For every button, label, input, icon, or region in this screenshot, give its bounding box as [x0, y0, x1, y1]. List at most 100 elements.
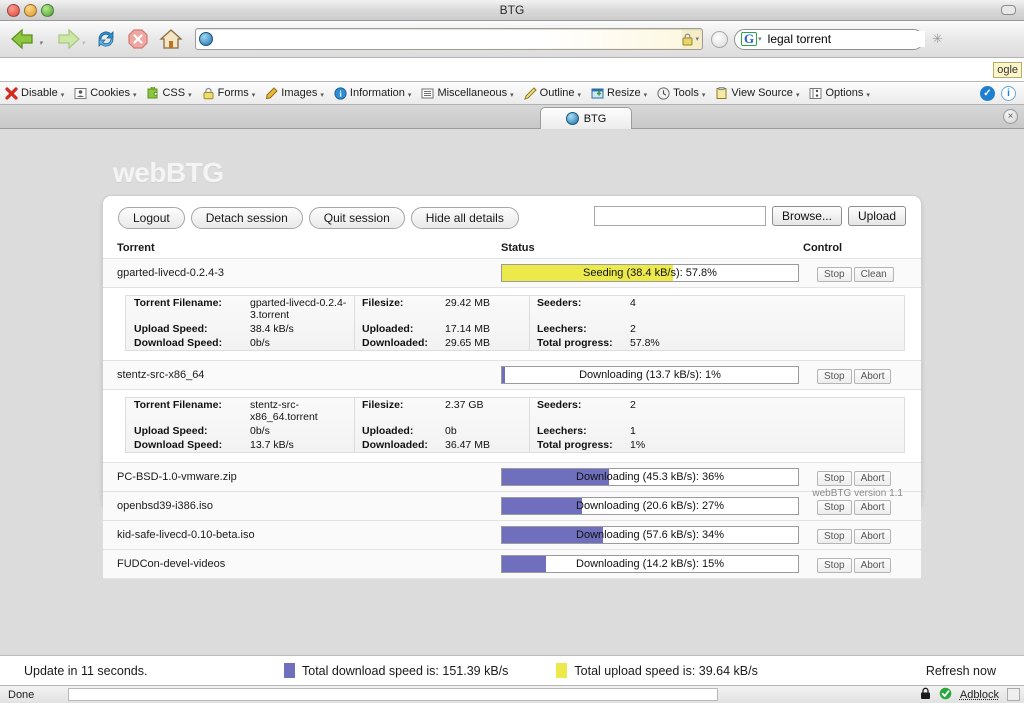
abort-button[interactable]: Abort — [854, 529, 892, 544]
adblock-status[interactable]: Adblock — [960, 689, 999, 701]
abort-button[interactable]: Abort — [854, 500, 892, 515]
devbar-item-css[interactable]: CSS ▾ — [141, 82, 196, 104]
stop-icon[interactable] — [127, 28, 149, 50]
detail-leechers-value: 1 — [626, 424, 904, 438]
devbar-item-tools[interactable]: Tools ▾ — [652, 82, 710, 104]
address-dropdown-caret[interactable]: ▾ — [696, 35, 700, 43]
back-arrow-icon[interactable]: ▾ — [10, 28, 43, 50]
detail-row: Torrent Filename:gparted-livecd-0.2.4-3.… — [126, 296, 904, 322]
chevron-down-icon[interactable]: ▾ — [702, 91, 706, 99]
stop-button[interactable]: Stop — [817, 369, 852, 384]
search-engine-caret[interactable]: ▾ — [758, 35, 762, 43]
devbar-item-cookies[interactable]: Cookies ▾ — [69, 82, 141, 104]
table-row: openbsd39-i386.isoDownloading (20.6 kB/s… — [103, 492, 921, 521]
chevron-down-icon[interactable]: ▾ — [796, 91, 800, 99]
stop-button[interactable]: Stop — [817, 471, 852, 486]
progress-bar-label: Downloading (45.3 kB/s): 36% — [502, 469, 798, 485]
upload-button[interactable]: Upload — [848, 206, 906, 226]
chevron-down-icon[interactable]: ▾ — [61, 91, 65, 99]
browse-button[interactable]: Browse... — [772, 206, 842, 226]
progress-bar: Downloading (20.6 kB/s): 27% — [501, 497, 799, 515]
chevron-down-icon[interactable]: ▾ — [408, 91, 412, 99]
devbar-item-information[interactable]: i Information ▾ — [329, 82, 417, 104]
stop-button[interactable]: Stop — [817, 558, 852, 573]
forward-arrow-icon[interactable]: ▾ — [53, 28, 86, 50]
chevron-down-icon[interactable]: ▾ — [188, 91, 192, 99]
devbar-label: View Source — [731, 87, 793, 99]
search-box[interactable]: G ▾ — [734, 29, 924, 50]
validate-check-icon[interactable]: ✓ — [980, 86, 995, 101]
detail-uploaded-value: 17.14 MB — [441, 322, 529, 336]
logout-button[interactable]: Logout — [118, 207, 185, 229]
detach-session-button[interactable]: Detach session — [191, 207, 303, 229]
torrent-control-cell: StopClean — [803, 259, 921, 288]
devbar-item-images[interactable]: Images ▾ — [260, 82, 329, 104]
clean-button[interactable]: Clean — [854, 267, 894, 282]
chevron-down-icon[interactable]: ▾ — [644, 91, 648, 99]
devbar-item-miscellaneous[interactable]: Miscellaneous ▾ — [416, 82, 518, 104]
window-collapse-button[interactable] — [1001, 5, 1016, 15]
padlock-icon[interactable] — [920, 687, 931, 703]
reload-icon[interactable] — [95, 28, 117, 50]
stop-button[interactable]: Stop — [817, 267, 852, 282]
chevron-down-icon[interactable]: ▾ — [866, 91, 870, 99]
chevron-down-icon[interactable]: ▾ — [510, 91, 514, 99]
page-action-button[interactable] — [711, 31, 728, 48]
google-engine-icon[interactable]: G — [741, 32, 757, 46]
devbar-item-disable[interactable]: Disable ▾ — [0, 82, 69, 104]
tab-strip: BTG × — [0, 105, 1024, 129]
address-bar[interactable]: ▾ — [195, 28, 703, 50]
info-icon: i — [334, 87, 347, 100]
window-resize-grip[interactable] — [1007, 688, 1020, 701]
tab-btg[interactable]: BTG — [540, 107, 632, 129]
about-info-icon[interactable]: i — [1001, 86, 1016, 101]
torrent-name[interactable]: kid-safe-livecd-0.10-beta.iso — [103, 521, 501, 550]
padlock-icon — [682, 33, 693, 45]
column-header-status: Status — [501, 240, 803, 259]
url-input[interactable] — [217, 30, 681, 48]
hide-all-details-button[interactable]: Hide all details — [411, 207, 519, 229]
devbar-item-options[interactable]: Options ▾ — [804, 82, 874, 104]
refresh-now-link[interactable]: Refresh now — [926, 664, 996, 678]
abort-button[interactable]: Abort — [854, 471, 892, 486]
quit-session-button[interactable]: Quit session — [309, 207, 405, 229]
detail-torrent-filename-label: Torrent Filename: — [126, 398, 246, 424]
search-input[interactable] — [766, 31, 925, 47]
abort-button[interactable]: Abort — [854, 558, 892, 573]
green-check-icon[interactable] — [939, 687, 952, 703]
torrent-name[interactable]: FUDCon-devel-videos — [103, 550, 501, 579]
stop-button[interactable]: Stop — [817, 500, 852, 515]
torrent-table-body: gparted-livecd-0.2.4-3Seeding (38.4 kB/s… — [103, 259, 921, 579]
close-tab-button[interactable]: × — [1003, 109, 1018, 124]
chevron-down-icon[interactable]: ▾ — [320, 91, 324, 99]
devbar-label: Miscellaneous — [437, 87, 507, 99]
session-button-row: Logout Detach session Quit session Hide … — [118, 207, 519, 229]
torrent-name[interactable]: openbsd39-i386.iso — [103, 492, 501, 521]
total-upload-label: Total upload speed is: 39.64 kB/s — [574, 664, 757, 678]
clipboard-icon — [715, 87, 728, 100]
torrent-name[interactable]: stentz-src-x86_64 — [103, 361, 501, 390]
chevron-down-icon[interactable]: ▾ — [578, 91, 582, 99]
devbar-item-view-source[interactable]: View Source ▾ — [710, 82, 804, 104]
home-icon[interactable] — [159, 28, 183, 50]
devbar-item-resize[interactable]: Resize ▾ — [586, 82, 652, 104]
chevron-down-icon[interactable]: ▾ — [133, 91, 137, 99]
search-autocomplete-fragment[interactable]: ogle — [993, 62, 1022, 78]
forward-dropdown-caret[interactable]: ▾ — [82, 39, 86, 47]
torrent-control-cell: StopAbort — [803, 550, 921, 579]
web-developer-toolbar: Disable ▾ Cookies ▾ CSS ▾ Forms ▾ — [0, 82, 1024, 105]
chevron-down-icon[interactable]: ▾ — [252, 91, 256, 99]
torrent-file-input[interactable] — [594, 206, 766, 226]
devbar-item-forms[interactable]: Forms ▾ — [197, 82, 261, 104]
devbar-item-outline[interactable]: Outline ▾ — [519, 82, 586, 104]
stop-button[interactable]: Stop — [817, 529, 852, 544]
torrent-details-panel: Torrent Filename:stentz-src-x86_64.torre… — [125, 397, 905, 453]
back-dropdown-caret[interactable]: ▾ — [39, 39, 43, 47]
detail-uploaded-value: 0b — [441, 424, 529, 438]
torrent-name[interactable]: gparted-livecd-0.2.4-3 — [103, 259, 501, 288]
detail-leechers-value: 2 — [626, 322, 904, 336]
torrent-details-row: Torrent Filename:gparted-livecd-0.2.4-3.… — [103, 288, 921, 361]
abort-button[interactable]: Abort — [854, 369, 892, 384]
torrent-name[interactable]: PC-BSD-1.0-vmware.zip — [103, 463, 501, 492]
browser-status-bar: Done Adblock — [0, 685, 1024, 703]
